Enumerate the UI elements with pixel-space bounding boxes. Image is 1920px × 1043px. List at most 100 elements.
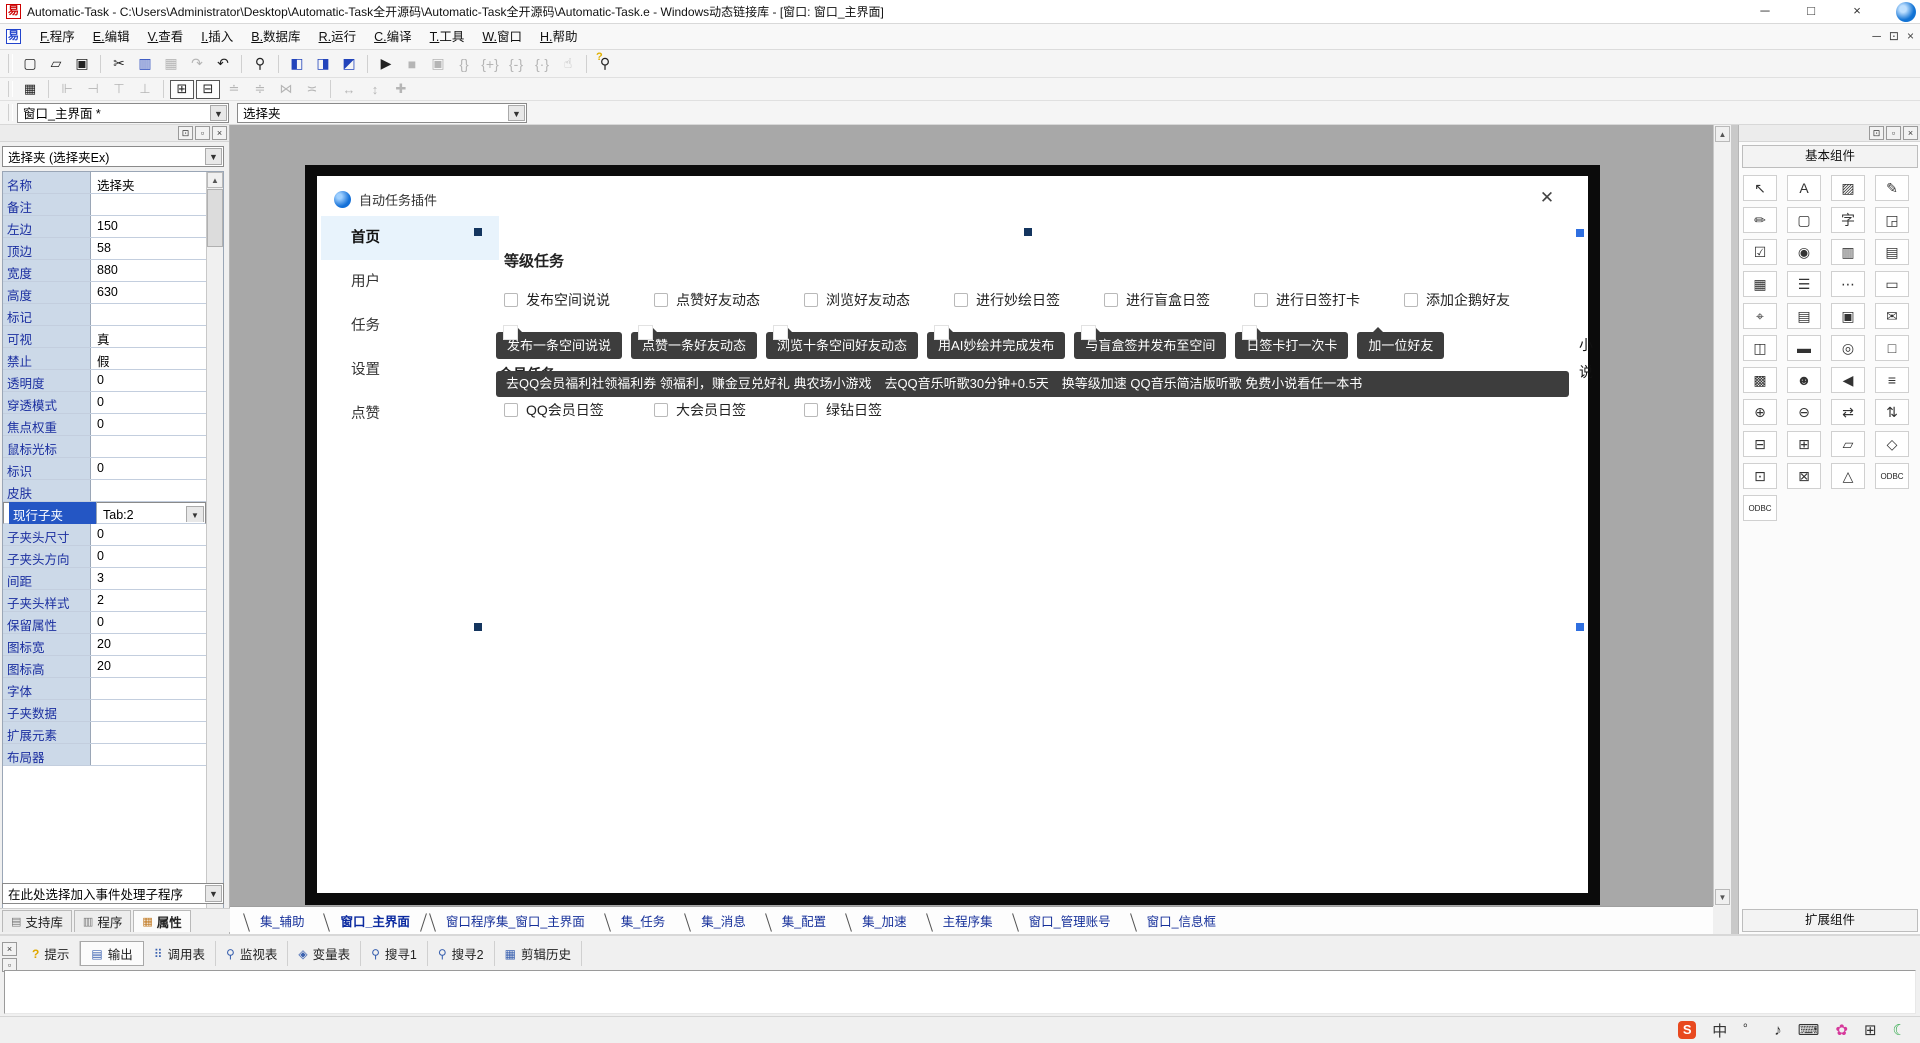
source-file-tab[interactable]: 窗口程序集_窗口_主界面 [426,910,601,934]
property-row[interactable]: 子夹头方向 0 [3,546,206,568]
align-bottom[interactable]: ⊥ [133,80,157,99]
menu-item[interactable]: F.程序 [31,25,84,49]
property-row[interactable]: 布局器 [3,744,206,766]
dock-tab[interactable]: ? 提示 [22,941,80,966]
chevron-down-icon[interactable]: ▼ [508,105,525,121]
property-value[interactable]: 真 [91,326,206,347]
property-row[interactable]: 字体 [3,678,206,700]
source-file-tab[interactable]: 集_配置 [762,910,842,934]
step-over[interactable]: {+} [478,53,502,75]
component-icon[interactable]: ⊟ [1743,431,1777,457]
component-icon[interactable]: ▤ [1875,239,1909,265]
search-help[interactable]: ⚲ [593,53,617,75]
toolbar-button[interactable] [163,80,164,98]
menu-item[interactable]: W.窗口 [473,25,531,49]
component-icon[interactable]: ↖ [1743,175,1777,201]
scroll-up-icon[interactable]: ▲ [1715,126,1730,142]
space-v[interactable]: ≍ [300,80,324,99]
checkbox-icon[interactable] [504,403,518,417]
dock-tab[interactable]: ▤ 输出 [80,941,143,966]
center-v[interactable]: ≑ [248,80,272,99]
component-icon[interactable]: ☑ [1743,239,1777,265]
checkbox-icon[interactable] [1104,293,1118,307]
component-icon[interactable]: ☻ [1787,367,1821,393]
event-handler-selector[interactable]: 在此处选择加入事件处理子程序 ▼ [2,883,224,904]
component-selector-combobox[interactable]: 选择夹 ▼ [237,103,527,123]
selection-handle[interactable] [1576,229,1584,237]
fit-width[interactable]: ↔ [337,80,361,99]
component-icon[interactable]: ▥ [1831,239,1865,265]
panel-tab[interactable]: ▦ 属性 [133,910,190,932]
component-icon[interactable]: ▢ [1787,207,1821,233]
chevron-down-icon[interactable]: ▼ [210,105,227,121]
window-control-button[interactable]: ─ [1742,0,1788,23]
component-icon[interactable]: A [1787,175,1821,201]
component-icon[interactable]: ☰ [1787,271,1821,297]
property-row[interactable]: 子夹头样式 2 [3,590,206,612]
dialog-nav-item[interactable]: 设置 [321,348,499,392]
scrollbar-thumb[interactable] [207,189,223,247]
pause[interactable]: ☝ [556,53,580,75]
property-value[interactable]: 0 [91,546,206,567]
menu-item[interactable]: H.帮助 [531,25,587,49]
component-icon[interactable]: ◇ [1875,431,1909,457]
property-value[interactable]: 选择夹 [91,172,206,193]
scroll-up-icon[interactable]: ▲ [207,172,223,188]
basic-components-header[interactable]: 基本组件 [1742,145,1918,168]
dock-close-icon[interactable]: × [2,942,17,956]
property-value[interactable] [91,436,206,457]
component-icon[interactable]: ◎ [1831,335,1865,361]
checkbox-icon[interactable] [654,293,668,307]
checkbox-icon[interactable] [654,403,668,417]
panel-control-button[interactable]: ⊡ [1869,126,1884,140]
property-row[interactable]: 间距 3 [3,568,206,590]
window-selector-combobox[interactable]: 窗口_主界面 * ▼ [17,103,229,123]
property-value[interactable]: 2 [91,590,206,611]
component-icon[interactable]: △ [1831,463,1865,489]
panel-control-button[interactable]: × [212,126,227,140]
toolbar-button[interactable] [586,55,587,73]
component-icon[interactable]: ▱ [1831,431,1865,457]
new[interactable]: ▢ [18,53,42,75]
task-checkbox-item[interactable]: 进行日签打卡 [1254,290,1404,310]
component-icon[interactable]: ODBC [1875,463,1909,489]
toolbar-gripper[interactable] [8,104,13,120]
window-control-button[interactable]: × [1834,0,1880,23]
task-checkbox-item[interactable]: 进行妙绘日签 [954,290,1104,310]
voice-input-icon[interactable]: ♪ [1774,1022,1782,1039]
component-icon[interactable]: ≡ [1875,367,1909,393]
component-icon[interactable]: ✉ [1875,303,1909,329]
property-row[interactable]: 图标高 20 [3,656,206,678]
property-row[interactable]: 备注 [3,194,206,216]
debug[interactable]: ▣ [426,53,450,75]
property-row[interactable]: 扩展元素 [3,722,206,744]
source-file-tab[interactable]: 集_任务 [601,910,681,934]
dock-tab[interactable]: ⚲ 搜寻1 [361,941,428,966]
save[interactable]: ▣ [70,53,94,75]
space-h[interactable]: ⋈ [274,80,298,99]
property-row[interactable]: 图标宽 20 [3,634,206,656]
mdi-control-button[interactable]: ⊡ [1889,24,1899,48]
source-file-tab[interactable]: 窗口_主界面 [320,910,425,934]
dock-tab[interactable]: ⚲ 监视表 [216,941,288,966]
property-value[interactable]: 0 [91,414,206,435]
selection-handle[interactable] [474,623,482,631]
toolbar-gripper[interactable] [8,54,13,73]
panel-tab[interactable]: ▤ 支持库 [2,910,72,932]
component-icon[interactable]: ✎ [1875,175,1909,201]
property-row[interactable]: 焦点权重 0 [3,414,206,436]
property-value[interactable]: 0 [91,370,206,391]
property-row[interactable]: 保留属性 0 [3,612,206,634]
toolbar-button[interactable] [367,55,368,73]
layout-left[interactable]: ◧ [285,53,309,75]
property-value[interactable]: 630 [91,282,206,303]
source-file-tab[interactable]: 窗口_信息框 [1127,910,1232,934]
property-value[interactable]: 880 [91,260,206,281]
component-icon[interactable]: ⌖ [1743,303,1777,329]
component-icon[interactable]: ⊞ [1787,431,1821,457]
mdi-control-button[interactable]: × [1907,24,1914,48]
property-row[interactable]: 禁止 假 [3,348,206,370]
property-row[interactable]: 名称 选择夹 [3,172,206,194]
copy[interactable]: ▥ [133,53,157,75]
property-value[interactable]: 0 [91,458,206,479]
